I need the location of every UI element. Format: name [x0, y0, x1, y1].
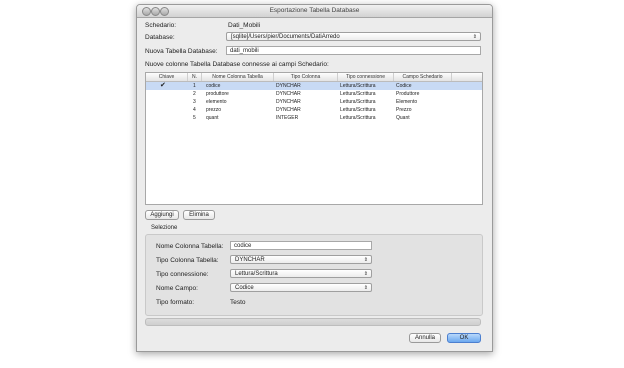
row-number: 1	[193, 83, 196, 89]
conn-type-select[interactable]: Lettura/Scrittura ⇕	[230, 269, 372, 278]
format-value: Testo	[230, 299, 246, 306]
row-schedario-field: Quant	[396, 115, 410, 121]
table-row[interactable]: 3 elemento DYNCHAR Lettura/Scrittura Ele…	[146, 98, 482, 106]
row-schedario-field: Codice	[396, 83, 412, 89]
columns-table[interactable]: Chiave N. Nome Colonna Tabella Tipo Colo…	[145, 72, 483, 205]
row-connection-type: Lettura/Scrittura	[340, 107, 376, 113]
row-column-name: codice	[206, 83, 221, 89]
database-select[interactable]: [sqlite]/Users/pier/Documents/DatiArredo…	[226, 32, 481, 41]
new-table-label: Nuova Tabella Database:	[145, 48, 218, 55]
conn-type-select-value: Lettura/Scrittura	[235, 271, 278, 277]
zoom-window-icon[interactable]	[160, 7, 169, 16]
new-table-input-value: dati_mobili	[230, 48, 259, 54]
title-bar: Esportazione Tabella Database	[137, 5, 492, 18]
table-row[interactable]: 2 produttore DYNCHAR Lettura/Scrittura P…	[146, 90, 482, 98]
col-type-select-value: DYNCHAR	[235, 257, 265, 263]
row-column-name: produttore	[206, 91, 229, 97]
row-column-name: prezzo	[206, 107, 222, 113]
field-name-label: Nome Campo:	[156, 285, 198, 292]
row-number: 2	[193, 91, 196, 97]
columns-caption: Nuove colonne Tabella Database connesse …	[145, 61, 329, 68]
remove-column-button[interactable]: Elimina	[183, 210, 215, 220]
field-name-select-value: Codice	[235, 285, 254, 291]
header-campo-schedario[interactable]: Campo Schedario	[394, 73, 452, 81]
row-column-name: quant	[206, 115, 219, 121]
new-table-input[interactable]: dati_mobili	[226, 46, 481, 55]
row-schedario-field: Elemento	[396, 99, 418, 105]
row-connection-type: Lettura/Scrittura	[340, 99, 376, 105]
row-connection-type: Lettura/Scrittura	[340, 91, 376, 97]
col-type-select[interactable]: DYNCHAR ⇕	[230, 255, 372, 264]
row-connection-type: Lettura/Scrittura	[340, 115, 376, 121]
chevron-updown-icon: ⇕	[472, 34, 477, 40]
row-column-type: DYNCHAR	[276, 107, 301, 113]
chevron-updown-icon: ⇕	[363, 285, 368, 291]
schedario-label: Schedario:	[145, 22, 177, 29]
table-row[interactable]: ✔ 1 codice DYNCHAR Lettura/Scrittura Cod…	[146, 82, 482, 90]
header-nome-colonna[interactable]: Nome Colonna Tabella	[202, 73, 274, 81]
chevron-updown-icon: ⇕	[363, 271, 368, 277]
export-dialog-window: Esportazione Tabella Database Schedario:…	[136, 4, 493, 352]
database-select-value: [sqlite]/Users/pier/Documents/DatiArredo	[231, 34, 340, 40]
selection-title: Selezione	[151, 225, 178, 231]
key-check-icon[interactable]: ✔	[160, 82, 166, 90]
minimize-window-icon[interactable]	[151, 7, 160, 16]
row-schedario-field: Produttore	[396, 91, 420, 97]
format-label: Tipo formato:	[156, 299, 195, 306]
selection-group: Nome Colonna Tabella: codice Tipo Colonn…	[145, 234, 483, 316]
row-column-type: DYNCHAR	[276, 99, 301, 105]
col-type-label: Tipo Colonna Tabella:	[156, 257, 219, 264]
row-number: 3	[193, 99, 196, 105]
col-name-input[interactable]: codice	[230, 241, 372, 250]
schedario-value: Dati_Mobili	[228, 22, 261, 29]
row-number: 5	[193, 115, 196, 121]
field-name-select[interactable]: Codice ⇕	[230, 283, 372, 292]
ok-button[interactable]: OK	[447, 333, 481, 343]
table-row[interactable]: 5 quant INTEGER Lettura/Scrittura Quant	[146, 114, 482, 122]
progress-bar	[145, 318, 481, 326]
col-name-input-value: codice	[234, 243, 252, 249]
header-n[interactable]: N.	[188, 73, 202, 81]
chevron-updown-icon: ⇕	[363, 257, 368, 263]
row-connection-type: Lettura/Scrittura	[340, 83, 376, 89]
row-column-name: elemento	[206, 99, 227, 105]
table-header: Chiave N. Nome Colonna Tabella Tipo Colo…	[146, 73, 482, 82]
close-window-icon[interactable]	[142, 7, 151, 16]
window-title: Esportazione Tabella Database	[269, 7, 360, 14]
cancel-button[interactable]: Annulla	[409, 333, 441, 343]
row-schedario-field: Prezzo	[396, 107, 412, 113]
col-name-label: Nome Colonna Tabella:	[156, 243, 224, 250]
add-column-button[interactable]: Aggiungi	[145, 210, 179, 220]
table-row[interactable]: 4 prezzo DYNCHAR Lettura/Scrittura Prezz…	[146, 106, 482, 114]
conn-type-label: Tipo connessione:	[156, 271, 209, 278]
header-chiave[interactable]: Chiave	[146, 73, 188, 81]
row-column-type: DYNCHAR	[276, 83, 301, 89]
row-column-type: DYNCHAR	[276, 91, 301, 97]
row-column-type: INTEGER	[276, 115, 299, 121]
header-tipo-colonna[interactable]: Tipo Colonna	[274, 73, 338, 81]
header-tipo-connessione[interactable]: Tipo connessione	[338, 73, 394, 81]
row-number: 4	[193, 107, 196, 113]
database-label: Database:	[145, 34, 175, 41]
